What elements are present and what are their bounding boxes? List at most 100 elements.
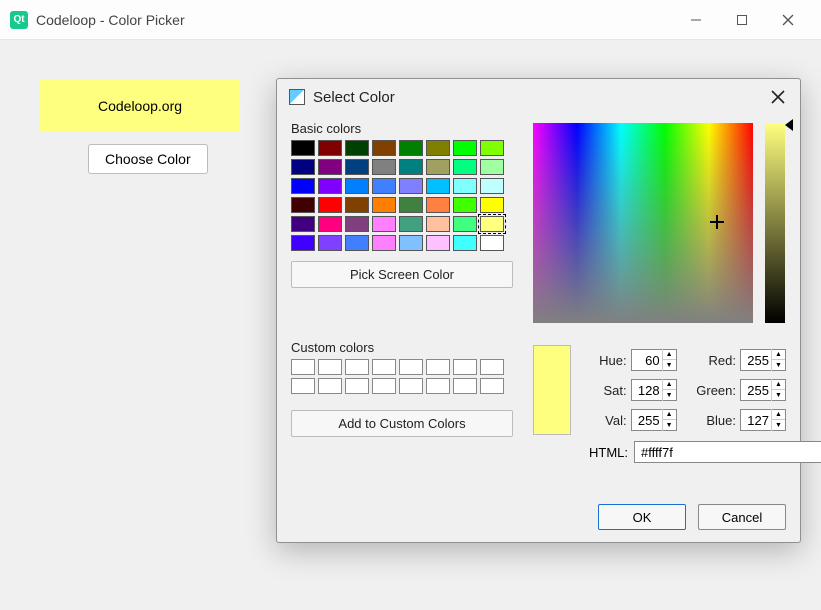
red-input[interactable]	[741, 352, 771, 369]
custom-swatch[interactable]	[399, 359, 423, 375]
chevron-up-icon[interactable]: ▲	[662, 349, 676, 360]
basic-swatch[interactable]	[345, 159, 369, 175]
chevron-down-icon[interactable]: ▼	[662, 360, 676, 371]
custom-swatch[interactable]	[345, 359, 369, 375]
basic-swatch[interactable]	[345, 178, 369, 194]
add-to-custom-button[interactable]: Add to Custom Colors	[291, 410, 513, 437]
custom-swatch[interactable]	[399, 378, 423, 394]
blue-input[interactable]	[741, 412, 771, 429]
basic-swatch[interactable]	[426, 197, 450, 213]
custom-swatch[interactable]	[345, 378, 369, 394]
basic-swatch[interactable]	[399, 159, 423, 175]
dialog-close-button[interactable]	[768, 87, 788, 107]
hue-spinbox[interactable]: ▲▼	[631, 349, 677, 371]
chevron-down-icon[interactable]: ▼	[771, 420, 785, 431]
basic-swatch[interactable]	[453, 140, 477, 156]
basic-swatch[interactable]	[345, 197, 369, 213]
custom-swatch[interactable]	[453, 378, 477, 394]
basic-swatch[interactable]	[318, 197, 342, 213]
basic-swatch[interactable]	[426, 216, 450, 232]
chevron-up-icon[interactable]: ▲	[771, 409, 785, 420]
custom-swatch[interactable]	[426, 359, 450, 375]
basic-swatch[interactable]	[399, 178, 423, 194]
basic-swatch[interactable]	[372, 140, 396, 156]
basic-swatch[interactable]	[372, 178, 396, 194]
basic-swatch[interactable]	[318, 140, 342, 156]
close-button[interactable]	[765, 5, 811, 35]
basic-swatch[interactable]	[291, 216, 315, 232]
sat-spinbox[interactable]: ▲▼	[631, 379, 677, 401]
custom-swatch[interactable]	[453, 359, 477, 375]
html-input[interactable]	[634, 441, 821, 463]
cancel-button[interactable]: Cancel	[698, 504, 786, 530]
basic-swatch[interactable]	[399, 235, 423, 251]
basic-swatch[interactable]	[453, 159, 477, 175]
basic-swatch[interactable]	[291, 235, 315, 251]
custom-swatch[interactable]	[372, 359, 396, 375]
maximize-button[interactable]	[719, 5, 765, 35]
basic-swatch[interactable]	[480, 216, 504, 232]
custom-swatch[interactable]	[291, 378, 315, 394]
basic-swatch[interactable]	[399, 140, 423, 156]
chevron-down-icon[interactable]: ▼	[662, 420, 676, 431]
pick-screen-color-button[interactable]: Pick Screen Color	[291, 261, 513, 288]
green-input[interactable]	[741, 382, 771, 399]
chevron-up-icon[interactable]: ▲	[662, 379, 676, 390]
basic-swatch[interactable]	[318, 216, 342, 232]
basic-swatch[interactable]	[372, 235, 396, 251]
val-input[interactable]	[632, 412, 662, 429]
basic-swatch[interactable]	[453, 178, 477, 194]
basic-swatch[interactable]	[426, 178, 450, 194]
custom-swatch[interactable]	[372, 378, 396, 394]
basic-swatch[interactable]	[345, 216, 369, 232]
basic-swatch[interactable]	[453, 197, 477, 213]
basic-swatch[interactable]	[291, 197, 315, 213]
basic-swatch[interactable]	[426, 159, 450, 175]
custom-swatch[interactable]	[426, 378, 450, 394]
basic-swatch[interactable]	[453, 216, 477, 232]
green-spinbox[interactable]: ▲▼	[740, 379, 786, 401]
chevron-down-icon[interactable]: ▼	[771, 390, 785, 401]
custom-swatch[interactable]	[480, 359, 504, 375]
basic-swatch[interactable]	[318, 235, 342, 251]
basic-swatch[interactable]	[480, 140, 504, 156]
basic-swatch[interactable]	[372, 197, 396, 213]
basic-swatch[interactable]	[291, 178, 315, 194]
basic-swatch[interactable]	[318, 159, 342, 175]
saturation-value-area[interactable]	[533, 123, 753, 323]
choose-color-button[interactable]: Choose Color	[88, 144, 208, 174]
custom-swatch[interactable]	[291, 359, 315, 375]
custom-swatch[interactable]	[318, 359, 342, 375]
basic-swatch[interactable]	[426, 140, 450, 156]
basic-swatch[interactable]	[372, 159, 396, 175]
chevron-down-icon[interactable]: ▼	[771, 360, 785, 371]
ok-button[interactable]: OK	[598, 504, 686, 530]
custom-swatch[interactable]	[318, 378, 342, 394]
basic-swatch[interactable]	[480, 235, 504, 251]
basic-swatch[interactable]	[453, 235, 477, 251]
basic-swatch[interactable]	[399, 216, 423, 232]
chevron-up-icon[interactable]: ▲	[771, 349, 785, 360]
basic-swatch[interactable]	[480, 197, 504, 213]
chevron-down-icon[interactable]: ▼	[662, 390, 676, 401]
val-spinbox[interactable]: ▲▼	[631, 409, 677, 431]
value-slider[interactable]	[765, 123, 785, 323]
hue-input[interactable]	[632, 352, 662, 369]
basic-swatch[interactable]	[399, 197, 423, 213]
sat-input[interactable]	[632, 382, 662, 399]
basic-swatch[interactable]	[345, 140, 369, 156]
blue-spinbox[interactable]: ▲▼	[740, 409, 786, 431]
red-spinbox[interactable]: ▲▼	[740, 349, 786, 371]
chevron-up-icon[interactable]: ▲	[662, 409, 676, 420]
basic-swatch[interactable]	[426, 235, 450, 251]
basic-swatch[interactable]	[291, 159, 315, 175]
basic-swatch[interactable]	[318, 178, 342, 194]
custom-swatch[interactable]	[480, 378, 504, 394]
chevron-up-icon[interactable]: ▲	[771, 379, 785, 390]
minimize-button[interactable]	[673, 5, 719, 35]
basic-swatch[interactable]	[480, 178, 504, 194]
basic-swatch[interactable]	[372, 216, 396, 232]
basic-swatch[interactable]	[480, 159, 504, 175]
basic-swatch[interactable]	[345, 235, 369, 251]
basic-swatch[interactable]	[291, 140, 315, 156]
